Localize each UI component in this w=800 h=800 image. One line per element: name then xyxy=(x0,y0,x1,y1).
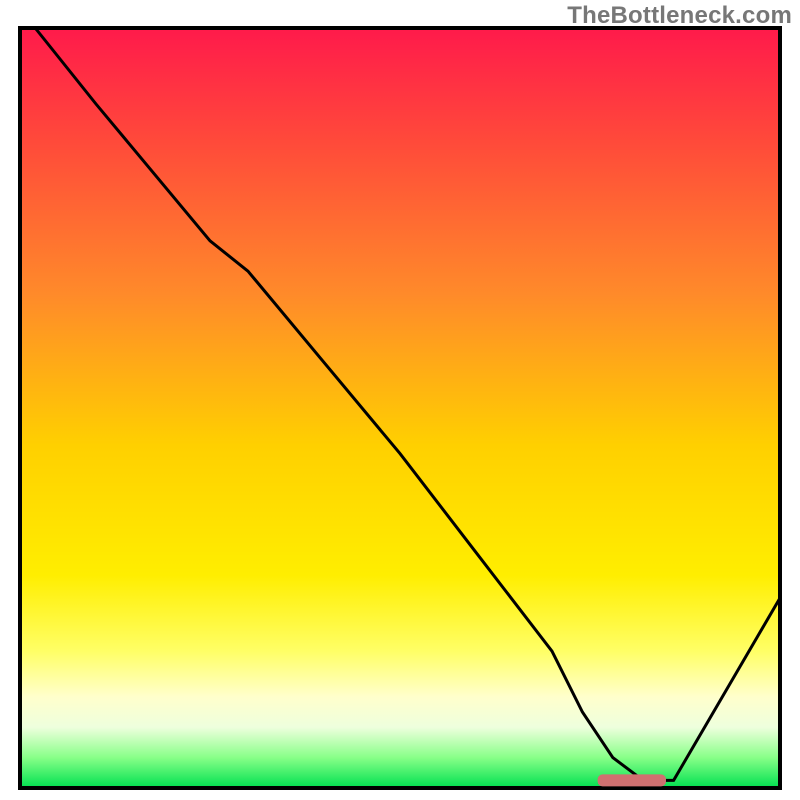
sweet-spot-marker xyxy=(598,774,666,786)
chart-container: TheBottleneck.com xyxy=(0,0,800,800)
plot-gradient-area xyxy=(20,28,780,788)
bottleneck-chart xyxy=(0,0,800,800)
watermark-label: TheBottleneck.com xyxy=(567,2,792,30)
